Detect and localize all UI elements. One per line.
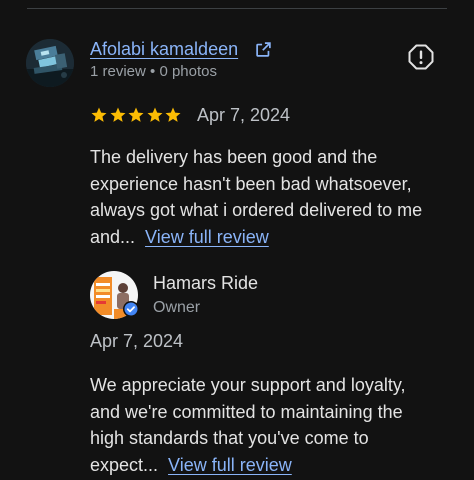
review-text-last-line: and... View full review [90, 224, 460, 251]
owner-text-line: high standards that you've come to [90, 428, 369, 448]
owner-avatar[interactable] [90, 271, 138, 319]
review-text-line: The delivery has been good and the [90, 147, 378, 167]
star-rating [90, 106, 183, 124]
star-icon [110, 107, 125, 122]
review-text: The delivery has been good and the exper… [90, 144, 460, 250]
external-link-icon[interactable] [255, 41, 272, 58]
reviewer-avatar[interactable] [26, 39, 74, 87]
owner-text-line: We appreciate your support and loyalty, [90, 375, 406, 395]
star-icon [128, 107, 144, 122]
review-text-line: experience hasn't been bad whatsoever, [90, 173, 412, 194]
owner-view-full-review-link[interactable]: View full review [168, 455, 292, 475]
review-text-line: always got what i ordered delivered to m… [90, 200, 423, 220]
star-icon [91, 107, 107, 122]
owner-name: Hamars Ride [153, 273, 259, 293]
owner-text-line: expect... [90, 454, 159, 475]
owner-role: Owner [153, 299, 201, 316]
owner-text-last-line: expect... View full review [90, 452, 460, 479]
review-text-line: and... [90, 226, 136, 247]
owner-response-date: Apr 7, 2024 [90, 331, 184, 351]
view-full-review-link[interactable]: View full review [145, 227, 269, 247]
reviewer-name-link[interactable]: Afolabi kamaldeen [90, 38, 238, 60]
report-icon[interactable] [408, 44, 434, 70]
verified-check-icon [124, 302, 138, 316]
star-icon [147, 107, 162, 122]
review-date: Apr 7, 2024 [197, 105, 291, 125]
star-icon [165, 107, 181, 122]
top-divider [27, 8, 447, 9]
reviewer-meta: 1 review • 0 photos [90, 63, 217, 80]
reviewer-avatar-image [26, 39, 74, 87]
owner-text-line: and we're committed to maintaining the [90, 401, 403, 422]
owner-response-text: We appreciate your support and loyalty, … [90, 372, 460, 478]
